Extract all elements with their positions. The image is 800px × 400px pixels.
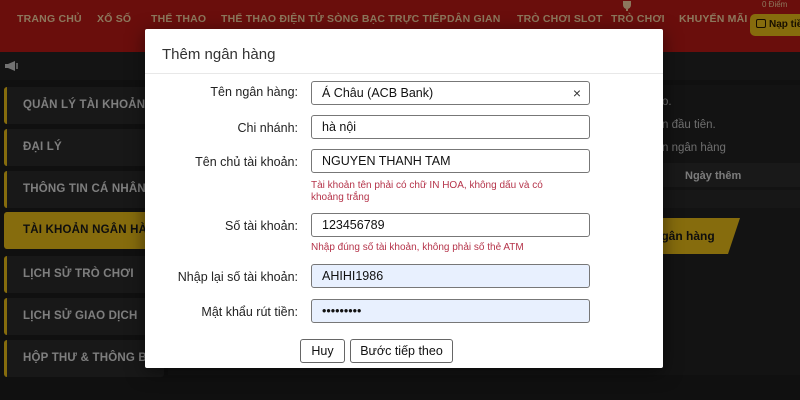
branch-input[interactable] [311,115,590,139]
bank-name-select[interactable]: Á Châu (ACB Bank) × [311,81,590,105]
withdraw-password-label: Mật khẩu rút tiền: [201,305,298,319]
account-number-label: Số tài khoản: [225,219,298,233]
clear-icon[interactable]: × [573,84,581,102]
error-text: Tài khoản tên phải có chữ IN HOA, không … [311,180,543,191]
error-text: khoảng trắng [311,192,370,203]
dialog-divider [145,73,663,74]
confirm-account-input[interactable] [311,264,590,288]
bank-name-label: Tên ngân hàng: [210,85,298,99]
next-step-button[interactable]: Bước tiếp theo [350,339,453,363]
account-holder-error: Tài khoản tên phải có chữ IN HOA, không … [311,180,543,204]
account-number-input[interactable] [311,213,590,237]
account-number-error: Nhập đúng số tài khoản, không phải số th… [311,242,524,253]
confirm-account-label: Nhập lại số tài khoản: [177,270,298,284]
branch-label: Chi nhánh: [237,121,298,135]
add-bank-dialog: Thêm ngân hàng Tên ngân hàng: Á Châu (AC… [145,29,663,368]
dialog-title: Thêm ngân hàng [162,46,276,63]
withdraw-password-input[interactable] [311,299,590,323]
account-holder-label: Tên chủ tài khoản: [195,155,298,169]
bank-name-value: Á Châu (ACB Bank) [322,86,434,100]
cancel-button[interactable]: Huy [300,339,345,363]
account-holder-input[interactable] [311,149,590,173]
